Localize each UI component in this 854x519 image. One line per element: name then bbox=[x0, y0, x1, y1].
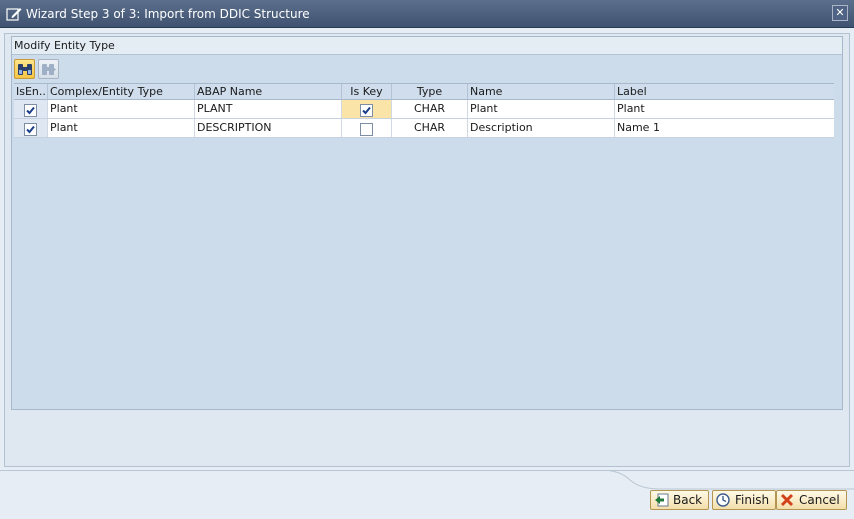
is-key-checkbox[interactable] bbox=[360, 122, 373, 136]
dialog-body: Modify Entity Type IsEn... Complex/Entit… bbox=[4, 33, 850, 467]
finish-button[interactable]: Finish bbox=[712, 490, 777, 510]
col-header-is-entity[interactable]: IsEn... bbox=[14, 84, 48, 100]
find-button[interactable] bbox=[14, 59, 35, 79]
col-header-abap-name[interactable]: ABAP Name bbox=[195, 84, 342, 100]
table-header: IsEn... Complex/Entity Type ABAP Name Is… bbox=[14, 83, 834, 100]
find-next-icon bbox=[42, 64, 56, 75]
complex-entity-type-cell[interactable]: Plant bbox=[48, 119, 195, 137]
cancel-x-icon bbox=[780, 493, 794, 507]
col-header-is-key[interactable]: Is Key bbox=[342, 84, 392, 100]
name-cell[interactable]: Plant bbox=[468, 100, 615, 118]
footer-divider-curve bbox=[600, 470, 854, 490]
is-key-cell bbox=[342, 100, 392, 118]
is-entity-cell bbox=[14, 100, 48, 118]
is-entity-checkbox[interactable] bbox=[24, 122, 37, 136]
entity-fields-table: IsEn... Complex/Entity Type ABAP Name Is… bbox=[14, 83, 834, 138]
abap-name-cell[interactable]: DESCRIPTION bbox=[195, 119, 342, 137]
col-header-complex-entity-type[interactable]: Complex/Entity Type bbox=[48, 84, 195, 100]
modify-entity-group: Modify Entity Type IsEn... Complex/Entit… bbox=[11, 36, 843, 410]
label-cell[interactable]: Name 1 bbox=[615, 119, 834, 137]
abap-name-cell[interactable]: PLANT bbox=[195, 100, 342, 118]
close-button[interactable]: ✕ bbox=[832, 5, 848, 21]
is-key-cell bbox=[342, 119, 392, 137]
finish-clock-icon bbox=[716, 493, 730, 507]
table-row[interactable]: Plant PLANT CHAR Plant Plant bbox=[14, 100, 834, 119]
back-arrow-icon bbox=[655, 493, 669, 507]
type-cell[interactable]: CHAR bbox=[392, 100, 468, 118]
window-title: Wizard Step 3 of 3: Import from DDIC Str… bbox=[26, 7, 310, 21]
label-cell[interactable]: Plant bbox=[615, 100, 834, 118]
table-row[interactable]: Plant DESCRIPTION CHAR Description Name … bbox=[14, 119, 834, 138]
find-next-button[interactable] bbox=[38, 59, 59, 79]
checkmark-icon bbox=[26, 125, 35, 133]
cancel-button-label: Cancel bbox=[799, 493, 840, 507]
col-header-name[interactable]: Name bbox=[468, 84, 615, 100]
checkmark-icon bbox=[26, 106, 35, 114]
complex-entity-type-cell[interactable]: Plant bbox=[48, 100, 195, 118]
name-cell[interactable]: Description bbox=[468, 119, 615, 137]
binoculars-find-icon bbox=[18, 64, 32, 75]
is-key-checkbox[interactable] bbox=[360, 103, 373, 117]
type-cell[interactable]: CHAR bbox=[392, 119, 468, 137]
group-title: Modify Entity Type bbox=[12, 37, 842, 55]
back-button-label: Back bbox=[673, 493, 703, 507]
window-titlebar: Wizard Step 3 of 3: Import from DDIC Str… bbox=[0, 0, 854, 28]
checkmark-icon bbox=[362, 106, 371, 114]
col-header-label[interactable]: Label bbox=[615, 84, 834, 100]
wizard-edit-icon bbox=[6, 8, 22, 21]
col-header-type[interactable]: Type bbox=[392, 84, 468, 100]
back-button[interactable]: Back bbox=[650, 490, 710, 510]
cancel-button[interactable]: Cancel bbox=[776, 490, 847, 510]
finish-button-label: Finish bbox=[735, 493, 770, 507]
is-entity-cell bbox=[14, 119, 48, 137]
is-entity-checkbox[interactable] bbox=[24, 103, 37, 117]
